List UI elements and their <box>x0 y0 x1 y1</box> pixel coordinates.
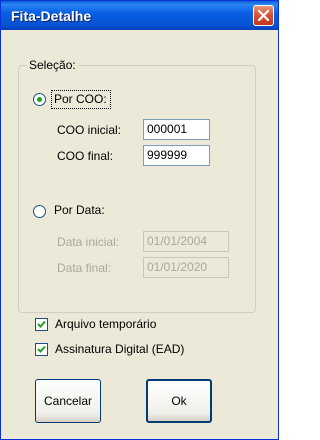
coo-initial-label: COO inicial: <box>57 123 122 137</box>
selection-groupbox: Seleção: Por COO: COO inicial: 000001 CO… <box>18 58 256 313</box>
cancel-button[interactable]: Cancelar <box>35 379 101 423</box>
close-button[interactable] <box>253 5 274 26</box>
date-initial-input[interactable]: 01/01/2004 <box>143 231 229 252</box>
coo-final-input[interactable]: 999999 <box>143 145 210 166</box>
date-final-input[interactable]: 01/01/2020 <box>143 257 229 278</box>
checkmark-icon <box>37 345 46 353</box>
checkmark-icon <box>37 320 46 328</box>
dialog-content: Seleção: Por COO: COO inicial: 000001 CO… <box>4 30 275 437</box>
ok-button[interactable]: Ok <box>146 379 212 423</box>
by-coo-radio[interactable] <box>33 93 46 106</box>
coo-final-label: COO final: <box>57 149 114 163</box>
coo-initial-input[interactable]: 000001 <box>143 119 210 140</box>
selection-legend: Seleção: <box>27 58 78 72</box>
by-coo-label[interactable]: Por COO: <box>54 92 107 106</box>
window-title: Fita-Detalhe <box>11 8 92 24</box>
close-icon <box>258 10 269 21</box>
by-date-radio[interactable] <box>33 205 46 218</box>
date-initial-label: Data inicial: <box>57 235 120 249</box>
digital-signature-checkbox[interactable] <box>35 343 48 356</box>
title-bar[interactable]: Fita-Detalhe <box>1 1 278 30</box>
date-final-label: Data final: <box>57 261 112 275</box>
radio-dot-icon <box>37 97 42 102</box>
by-date-label[interactable]: Por Data: <box>54 203 105 217</box>
temp-file-checkbox[interactable] <box>35 318 48 331</box>
temp-file-label[interactable]: Arquivo temporário <box>55 317 156 331</box>
dialog-window: Fita-Detalhe Seleção: Por COO: COO inici… <box>0 0 279 440</box>
digital-signature-label[interactable]: Assinatura Digital (EAD) <box>55 342 184 356</box>
